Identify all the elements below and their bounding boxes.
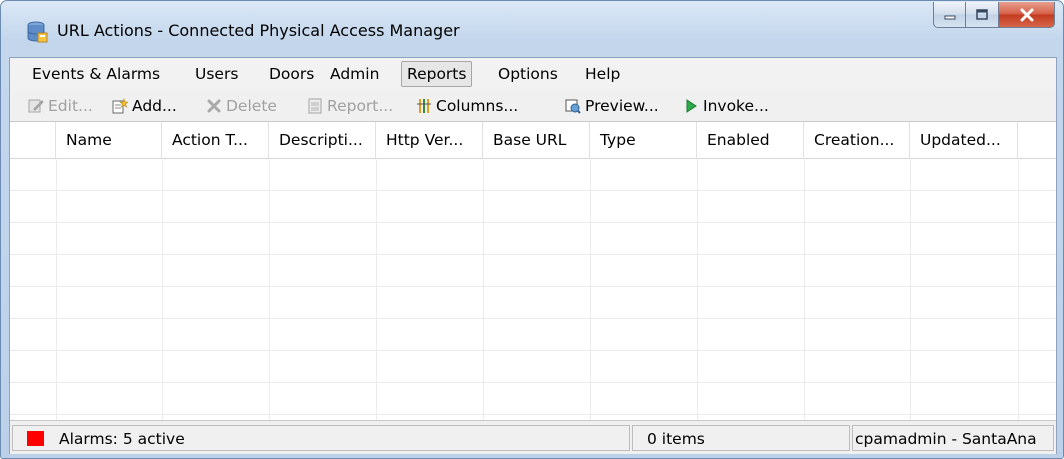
menu-options[interactable]: Options bbox=[493, 63, 563, 85]
close-button[interactable] bbox=[999, 2, 1055, 28]
grid-line bbox=[804, 158, 805, 420]
grid-line bbox=[10, 382, 1056, 383]
maximize-icon bbox=[976, 8, 988, 20]
alarm-status[interactable]: Alarms: 5 active bbox=[12, 425, 630, 451]
grid-line bbox=[697, 158, 698, 420]
columns-icon bbox=[417, 99, 431, 113]
grid-line bbox=[10, 190, 1056, 191]
alarm-status-text: Alarms: 5 active bbox=[59, 430, 185, 448]
grid-line bbox=[10, 222, 1056, 223]
edit-button[interactable]: Edit... bbox=[28, 95, 93, 117]
grid-line bbox=[483, 158, 484, 420]
columns-label: Columns... bbox=[436, 97, 519, 115]
grid-line bbox=[1018, 158, 1019, 420]
status-bar: Alarms: 5 active 0 items cpamadmin - San… bbox=[10, 420, 1056, 454]
column-header-updated[interactable]: Updated... bbox=[910, 122, 1018, 158]
column-header-http-version[interactable]: Http Ver... bbox=[376, 122, 483, 158]
grid-line bbox=[376, 158, 377, 420]
preview-button[interactable]: Preview... bbox=[565, 95, 659, 117]
row-selector-header bbox=[10, 122, 56, 158]
menu-doors[interactable]: Doors bbox=[264, 63, 319, 85]
client-area: Events & Alarms Users Doors Admin Report… bbox=[9, 57, 1057, 454]
grid-line bbox=[10, 318, 1056, 319]
column-header-enabled[interactable]: Enabled bbox=[697, 122, 804, 158]
column-header-name[interactable]: Name bbox=[56, 122, 162, 158]
edit-label: Edit... bbox=[48, 97, 93, 115]
grid-line bbox=[910, 158, 911, 420]
menu-reports[interactable]: Reports bbox=[401, 61, 473, 87]
invoke-button[interactable]: Invoke... bbox=[683, 95, 769, 117]
grid-line bbox=[590, 158, 591, 420]
menu-bar: Events & Alarms Users Doors Admin Report… bbox=[10, 58, 1056, 90]
grid-line bbox=[10, 350, 1056, 351]
url-actions-table[interactable]: Name Action T... Descripti... Http Ver..… bbox=[10, 121, 1056, 420]
add-label: Add... bbox=[132, 97, 177, 115]
report-button[interactable]: Report... bbox=[307, 95, 393, 117]
preview-icon bbox=[565, 99, 581, 114]
column-header-action-type[interactable]: Action T... bbox=[162, 122, 269, 158]
columns-button[interactable]: Columns... bbox=[416, 95, 518, 117]
minimize-icon bbox=[944, 15, 955, 19]
add-icon bbox=[112, 98, 128, 114]
preview-label: Preview... bbox=[585, 97, 659, 115]
close-icon bbox=[1020, 8, 1033, 21]
grid-line bbox=[269, 158, 270, 420]
alarm-indicator-icon bbox=[27, 431, 44, 446]
maximize-button[interactable] bbox=[966, 2, 999, 28]
grid-line bbox=[162, 158, 163, 420]
add-button[interactable]: Add... bbox=[112, 95, 177, 117]
item-count: 0 items bbox=[632, 425, 850, 451]
column-header-base-url[interactable]: Base URL bbox=[483, 122, 590, 158]
column-header-type[interactable]: Type bbox=[590, 122, 697, 158]
delete-label: Delete bbox=[226, 97, 277, 115]
filler-header bbox=[1018, 122, 1056, 158]
app-window: URL Actions - Connected Physical Access … bbox=[0, 0, 1064, 459]
title-bar[interactable]: URL Actions - Connected Physical Access … bbox=[1, 1, 1063, 57]
toolbar: Edit... Add... Delete Report... Columns.… bbox=[10, 90, 1056, 120]
edit-icon bbox=[28, 99, 44, 113]
delete-icon bbox=[207, 99, 221, 113]
table-header: Name Action T... Descripti... Http Ver..… bbox=[10, 122, 1056, 159]
delete-button[interactable]: Delete bbox=[206, 95, 277, 117]
window-title: URL Actions - Connected Physical Access … bbox=[57, 21, 460, 40]
grid-line bbox=[10, 414, 1056, 415]
grid-line bbox=[10, 254, 1056, 255]
minimize-button[interactable] bbox=[933, 2, 966, 28]
invoke-label: Invoke... bbox=[703, 97, 769, 115]
menu-admin[interactable]: Admin bbox=[325, 63, 384, 85]
menu-events-alarms[interactable]: Events & Alarms bbox=[27, 63, 165, 85]
database-icon bbox=[27, 21, 48, 43]
report-label: Report... bbox=[327, 97, 394, 115]
column-header-description[interactable]: Descripti... bbox=[269, 122, 376, 158]
column-header-creation[interactable]: Creation... bbox=[804, 122, 910, 158]
current-user: cpamadmin - SantaAna bbox=[852, 425, 1054, 451]
report-icon bbox=[308, 98, 322, 114]
grid-line bbox=[10, 286, 1056, 287]
menu-help[interactable]: Help bbox=[580, 63, 625, 85]
invoke-icon bbox=[686, 99, 697, 113]
menu-users[interactable]: Users bbox=[190, 63, 243, 85]
grid-line bbox=[56, 158, 57, 420]
